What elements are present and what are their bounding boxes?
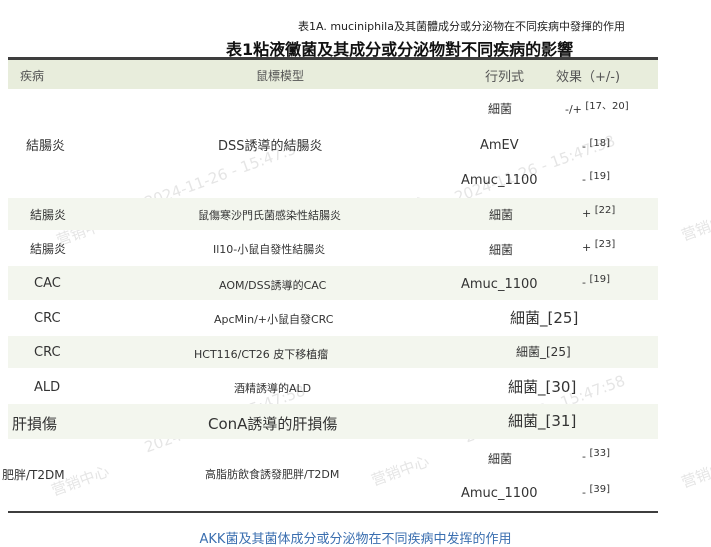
header-disease: 疾病 — [20, 69, 45, 83]
effect-value: - [33] — [582, 448, 611, 463]
table-row: 酒精誘導的ALD — [234, 382, 312, 395]
row-band — [8, 266, 658, 300]
table-row: CRC — [34, 345, 61, 360]
watermark: 营销中心 — [678, 207, 711, 245]
watermark: 营销中心 — [368, 452, 432, 490]
header-form: 行列式 — [485, 70, 525, 85]
effect-value: - [19] — [582, 171, 611, 186]
table-row: 肝損傷 — [12, 415, 58, 433]
table-row: ApcMin/+小鼠自發CRC — [214, 313, 334, 326]
table-row: ConA誘導的肝損傷 — [208, 415, 338, 433]
table-row: Il10-小鼠自發性結腸炎 — [213, 243, 326, 256]
effect-value: - [18] — [582, 138, 611, 153]
figure-caption: AKK菌及其菌体成分或分泌物在不同疾病中发挥的作用 — [199, 532, 512, 547]
table-row: 細菌_[31] — [508, 412, 577, 430]
table-row: 肥胖/T2DM — [2, 468, 65, 482]
table-row: CRC — [34, 311, 61, 326]
table-row: 細菌 — [488, 452, 513, 466]
table-row: CAC — [34, 276, 61, 291]
header-model: 鼠標模型 — [256, 69, 305, 83]
table-row: 細菌_[30] — [508, 378, 577, 396]
table-row: 細菌 — [488, 102, 513, 116]
table-row: 細菌_[25] — [510, 309, 579, 327]
table-row: 高脂肪飲食誘發肥胖/T2DM — [205, 468, 340, 481]
watermark: 营销中心 — [678, 454, 711, 492]
table-row: 結腸炎 — [30, 208, 67, 222]
bottom-rule — [8, 511, 658, 513]
table-row: 細菌 — [489, 243, 514, 257]
table-row: 細菌 — [489, 208, 514, 222]
effect-value: -/+ [17、20] — [565, 101, 629, 116]
table-row: Amuc_1100 — [461, 486, 538, 501]
table-row: Amuc_1100 — [461, 277, 538, 292]
table-row: AOM/DSS誘導的CAC — [219, 279, 327, 292]
table-row: AmEV — [480, 138, 519, 153]
effect-value: + [23] — [582, 239, 616, 254]
table-row: ALD — [34, 380, 61, 395]
effect-value: + [22] — [582, 205, 616, 220]
table-caption: 表1A. muciniphila及其菌體成分或分泌物在不同疾病中發揮的作用 — [298, 20, 625, 33]
table-row: 鼠傷寒沙門氏菌感染性結腸炎 — [198, 209, 341, 222]
table-row: 結腸炎 — [30, 242, 67, 256]
table-row: DSS誘導的結腸炎 — [218, 139, 323, 154]
table-row: HCT116/CT26 皮下移植瘤 — [194, 348, 329, 361]
table-row: 結腸炎 — [26, 139, 66, 154]
table-row: Amuc_1100 — [461, 173, 538, 188]
effect-value: - [19] — [582, 274, 611, 289]
table-row: 細菌_[25] — [516, 345, 571, 359]
header-effect: 效果（+/-) — [556, 70, 621, 85]
effect-value: - [39] — [582, 484, 611, 499]
